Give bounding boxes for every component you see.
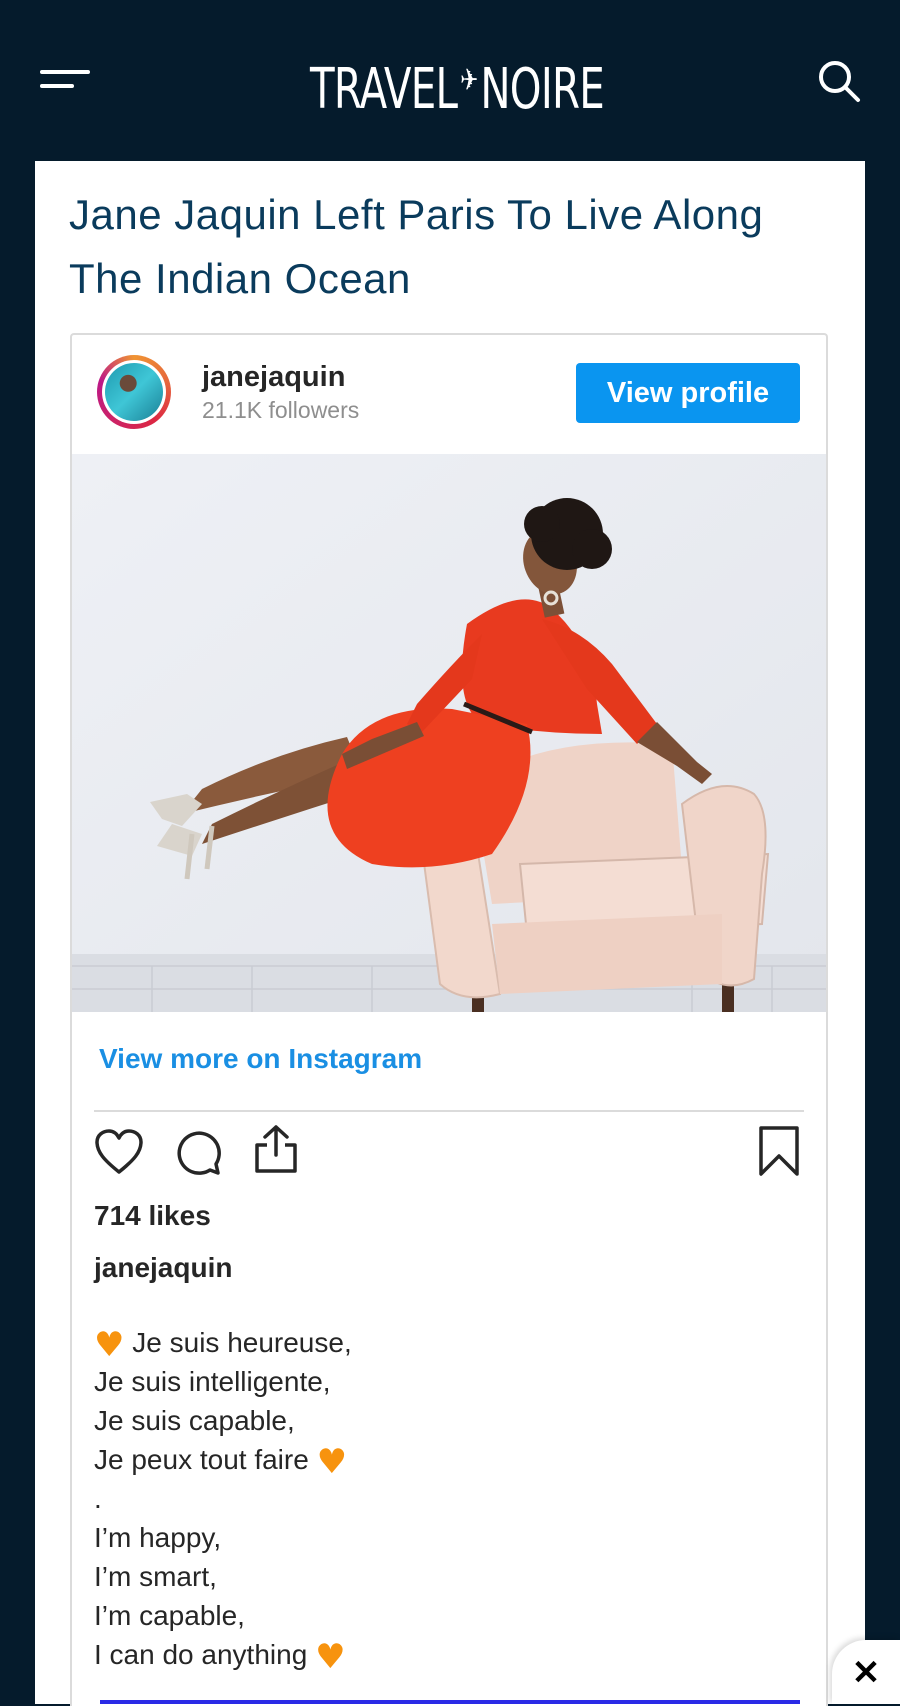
- caption-line: I’m smart,: [94, 1561, 217, 1592]
- likes-count[interactable]: 714 likes: [94, 1200, 211, 1232]
- view-more-link[interactable]: View more on Instagram: [99, 1043, 422, 1075]
- caption-line: Je suis capable,: [94, 1405, 295, 1436]
- instagram-embed: janejaquin 21.1K followers View profile: [70, 333, 828, 1706]
- caption-line: I’m capable,: [94, 1600, 245, 1631]
- search-icon[interactable]: [816, 58, 862, 104]
- heart-emoji-icon: ♥: [316, 1442, 348, 1482]
- menu-icon[interactable]: [40, 66, 96, 96]
- article-card: Jane Jaquin Left Paris To Live Along The…: [35, 161, 865, 1706]
- divider: [94, 1110, 804, 1112]
- share-icon[interactable]: [252, 1123, 300, 1175]
- comment-icon[interactable]: [174, 1128, 222, 1176]
- ad-bar-edge: [100, 1700, 800, 1704]
- plane-icon: ✈: [460, 63, 478, 98]
- caption-line: I’m happy,: [94, 1522, 222, 1553]
- post-caption: ♥ Je suis heureuse, Je suis intelligente…: [94, 1323, 794, 1674]
- caption-line: ♥ Je suis heureuse,: [94, 1325, 352, 1365]
- logo-text-right: NOIRE: [480, 57, 605, 122]
- caption-line: .: [94, 1483, 102, 1514]
- heart-emoji-icon: ♥: [315, 1637, 346, 1677]
- logo-text-left: TRAVEL: [310, 57, 458, 122]
- bookmark-icon[interactable]: [758, 1125, 800, 1177]
- caption-username[interactable]: janejaquin: [94, 1252, 232, 1284]
- site-logo[interactable]: TRAVEL✈NOIRE: [310, 46, 605, 122]
- caption-line: Je peux tout faire ♥: [94, 1442, 348, 1482]
- close-icon[interactable]: ✕: [832, 1640, 900, 1704]
- heart-emoji-icon: ♥: [94, 1325, 125, 1365]
- article-title: Jane Jaquin Left Paris To Live Along The…: [69, 191, 764, 302]
- caption-line: I can do anything ♥: [94, 1637, 346, 1677]
- caption-line: Je suis intelligente,: [94, 1366, 331, 1397]
- post-photo[interactable]: [72, 454, 826, 1012]
- avatar[interactable]: [97, 355, 171, 429]
- view-profile-button[interactable]: View profile: [576, 363, 800, 423]
- site-header: TRAVEL✈NOIRE: [0, 0, 900, 160]
- like-icon[interactable]: [94, 1128, 144, 1176]
- profile-username[interactable]: janejaquin: [202, 361, 345, 394]
- follower-count: 21.1K followers: [202, 397, 360, 423]
